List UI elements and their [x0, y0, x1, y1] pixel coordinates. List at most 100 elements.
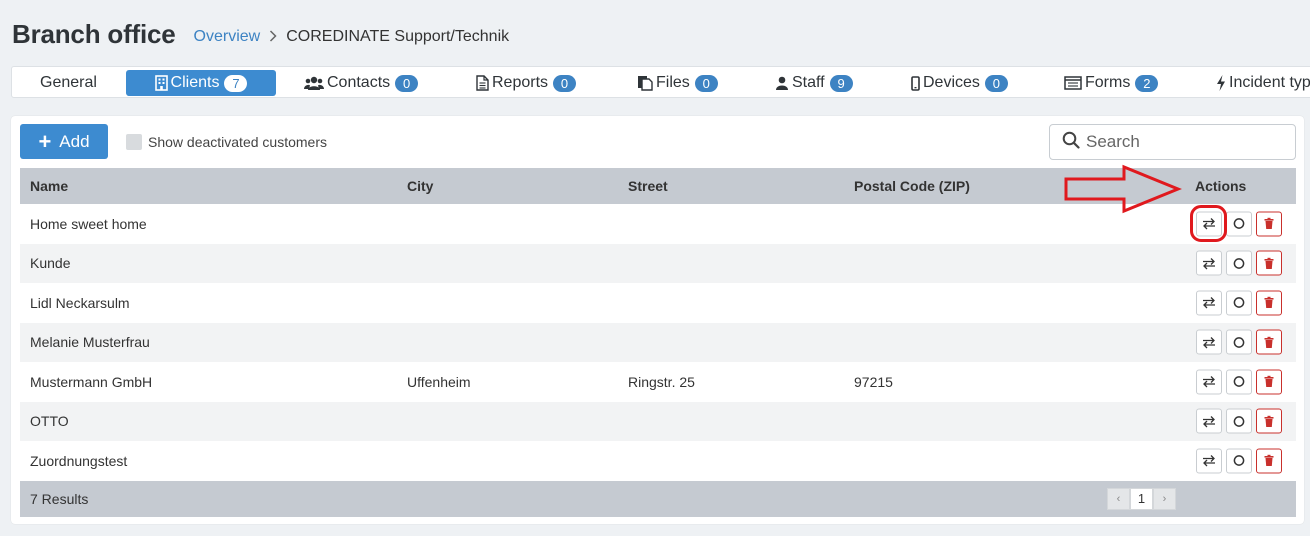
cell-zip: 97215	[854, 373, 893, 390]
search-input[interactable]	[1086, 132, 1286, 152]
exchange-icon	[1203, 257, 1215, 270]
chevron-right-icon	[269, 29, 277, 45]
column-header-zip[interactable]: Postal Code (ZIP)	[854, 178, 970, 194]
cell-city: Uffenheim	[407, 373, 471, 390]
tab-label: Incident typ	[1229, 74, 1310, 91]
cell-street: Ringstr. 25	[628, 373, 695, 390]
files-icon	[637, 75, 653, 91]
circle-icon	[1233, 376, 1245, 388]
add-button-label: Add	[59, 131, 90, 151]
pagination-prev[interactable]: ‹	[1107, 487, 1130, 510]
tab-devices[interactable]: Devices 0	[903, 70, 1016, 96]
tab-bar: General Clients 7 Contacts 0 Reports 0 F…	[11, 66, 1310, 98]
column-header-street[interactable]: Street	[628, 178, 668, 194]
circle-icon	[1233, 297, 1245, 309]
delete-button[interactable]	[1256, 250, 1282, 276]
delete-button[interactable]	[1256, 329, 1282, 355]
column-header-actions: Actions	[1195, 178, 1247, 194]
pagination-page[interactable]: 1	[1130, 487, 1153, 510]
trash-icon	[1264, 415, 1274, 427]
cell-name: Home sweet home	[30, 215, 147, 232]
table-body: Home sweet home Kunde Lidl Neckarsulm Me…	[20, 204, 1296, 481]
table-row[interactable]: Melanie Musterfrau	[20, 322, 1296, 362]
deactivate-button[interactable]	[1226, 448, 1252, 474]
trash-icon	[1264, 297, 1274, 309]
deactivate-button[interactable]	[1226, 250, 1252, 276]
table-row[interactable]: Kunde	[20, 243, 1296, 283]
tab-label: Staff	[792, 74, 825, 91]
tab-label: Contacts	[327, 74, 391, 91]
table-footer: 7 Results ‹ 1 ›	[20, 480, 1296, 517]
assign-button[interactable]	[1196, 408, 1222, 434]
cell-name: Zuordnungstest	[30, 452, 128, 469]
tab-count-badge: 0	[694, 74, 718, 92]
circle-icon	[1233, 257, 1245, 269]
file-text-icon	[476, 75, 489, 91]
table-row[interactable]: Mustermann GmbH Uffenheim Ringstr. 25 97…	[20, 362, 1296, 402]
assign-button[interactable]	[1196, 250, 1222, 276]
trash-icon	[1264, 218, 1274, 230]
row-actions	[1196, 290, 1282, 316]
trash-icon	[1264, 376, 1274, 388]
cell-name: Lidl Neckarsulm	[30, 294, 130, 311]
exchange-icon	[1203, 297, 1215, 309]
assign-button[interactable]	[1196, 369, 1222, 395]
tab-reports[interactable]: Reports 0	[468, 70, 584, 96]
tab-files[interactable]: Files 0	[629, 70, 726, 96]
exchange-icon	[1203, 336, 1215, 349]
pagination-next[interactable]: ›	[1153, 487, 1176, 510]
deactivate-button[interactable]	[1226, 369, 1252, 395]
cell-name: Mustermann GmbH	[30, 373, 153, 390]
tab-label: Forms	[1085, 74, 1131, 91]
annotation-highlight-circle	[1190, 205, 1227, 242]
deactivate-button[interactable]	[1226, 408, 1252, 434]
delete-button[interactable]	[1256, 369, 1282, 395]
deactivate-button[interactable]	[1226, 329, 1252, 355]
plus-icon: +	[38, 128, 52, 154]
tab-incident-types[interactable]: Incident typ	[1208, 70, 1310, 96]
search-box[interactable]	[1049, 124, 1296, 160]
tab-count-badge: 2	[1135, 74, 1159, 92]
add-button[interactable]: + Add	[20, 124, 108, 159]
table-row[interactable]: Lidl Neckarsulm	[20, 283, 1296, 323]
assign-button[interactable]	[1196, 290, 1222, 316]
building-icon	[154, 75, 168, 91]
assign-button[interactable]	[1196, 448, 1222, 474]
cell-name: OTTO	[30, 413, 69, 430]
breadcrumb-overview-link[interactable]: Overview	[194, 28, 261, 46]
deactivate-button[interactable]	[1226, 211, 1252, 237]
row-actions	[1196, 250, 1282, 276]
column-header-city[interactable]: City	[407, 178, 433, 194]
user-icon	[775, 76, 789, 90]
deactivate-button[interactable]	[1226, 290, 1252, 316]
bolt-icon	[1216, 75, 1226, 91]
row-actions	[1196, 369, 1282, 395]
tab-count-badge: 0	[553, 74, 577, 92]
circle-icon	[1233, 455, 1245, 467]
delete-button[interactable]	[1256, 408, 1282, 434]
exchange-icon	[1203, 376, 1215, 388]
tab-count-badge: 0	[984, 74, 1008, 92]
tab-staff[interactable]: Staff 9	[767, 70, 861, 96]
mobile-icon	[911, 75, 920, 91]
show-deactivated-toggle[interactable]: Show deactivated customers	[126, 134, 327, 150]
tab-clients[interactable]: Clients 7	[126, 70, 276, 96]
annotation-arrow-icon	[1064, 164, 1182, 214]
delete-button[interactable]	[1256, 290, 1282, 316]
table-row[interactable]: Zuordnungstest	[20, 441, 1296, 481]
show-deactivated-checkbox[interactable]	[126, 134, 142, 150]
delete-button[interactable]	[1256, 211, 1282, 237]
column-header-name[interactable]: Name	[30, 178, 68, 194]
row-actions	[1196, 448, 1282, 474]
assign-button[interactable]	[1196, 329, 1222, 355]
tab-forms[interactable]: Forms 2	[1056, 70, 1166, 96]
tab-contacts[interactable]: Contacts 0	[296, 70, 426, 96]
tab-general[interactable]: General	[32, 70, 105, 96]
tab-label: General	[40, 74, 97, 91]
tab-count-badge: 7	[224, 74, 248, 92]
trash-icon	[1264, 257, 1274, 269]
exchange-icon	[1203, 415, 1215, 428]
delete-button[interactable]	[1256, 448, 1282, 474]
circle-icon	[1233, 336, 1245, 348]
table-row[interactable]: OTTO	[20, 401, 1296, 441]
